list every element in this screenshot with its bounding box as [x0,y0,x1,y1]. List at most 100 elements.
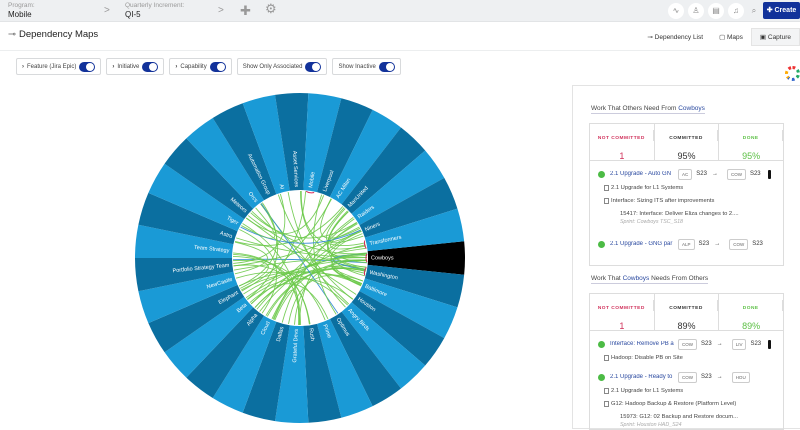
filter-toggles: › Feature (Jira Epic) › Initiative › Capabi… [16,58,401,75]
team-label[interactable]: Cowboys [371,255,394,261]
dependency-chord-diagram: CowboysWashingtonBaltimoreHoustonAngry B… [135,93,465,423]
stat-label: DONE [719,130,784,141]
linked-item-title: G12: Hadoop Backup & Restore (Platform L… [611,400,737,407]
view-nav: ⊸ Dependency List ▢ Maps ▣ Capture [639,28,800,46]
top-bar: Program: Mobile > Quarterly Increment: Q… [0,0,800,22]
clipboard-icon[interactable]: ▤ [708,3,724,19]
item-link[interactable]: 2.1 Upgrade - Auto GN [610,171,674,177]
linked-item-title: 2.1 Upgrade for L1 Systems [611,184,684,191]
provides-title: Work That Others Need From Cowboys [591,105,705,114]
switch[interactable] [79,61,96,72]
team-tag: COW [726,168,746,180]
story-sprint: Sprint: Cowboys TSC_S18 [620,219,684,225]
details-panel: Work That Others Need From Cowboys NOT C… [572,85,800,430]
search-icon[interactable]: ⌕ [746,3,762,19]
toggle-show-inactive[interactable]: Show Inactive [332,58,401,75]
title-text: Needs From Others [651,275,709,282]
qi-selector[interactable]: Quarterly Increment: QI-5 [125,2,184,19]
item-link[interactable]: 2.1 Upgrade - Ready to [610,374,674,380]
self-dependency-link [305,190,315,194]
status-dot [598,373,605,381]
document-icon [604,400,609,407]
sprint: S23 [752,241,763,247]
toggle-show-only-associated[interactable]: Show Only Associated [236,58,328,75]
item-link[interactable]: 2.1 Upgrade - GNG par [610,241,674,247]
sprint: S23 [696,171,707,177]
needs-stats: NOT COMMITTED 1 COMMITTED 89% DONE 89% [589,293,784,331]
sprint: S23 [749,171,761,177]
toggle-initiative[interactable]: › Initiative [106,58,165,75]
linked-item-title: 2.1 Upgrade for L1 Systems [611,387,684,394]
maps-link[interactable]: ▢ Maps [711,29,751,45]
dependency-item: 2.1 Upgrade - Auto GN AC S23 → COW S23 [590,167,783,181]
program-selector[interactable]: Program: Mobile [8,2,35,19]
stat-committed: COMMITTED 95% [655,124,720,161]
toggle-label: Show Only Associated [242,63,303,70]
story-item: 15417: Interface: Deliver Eliza changes … [590,211,783,231]
program-value: Mobile [8,10,32,19]
stat-value: 89% [742,321,761,331]
toggle-capability[interactable]: › Capability [169,58,232,75]
qi-value: QI-5 [125,10,141,19]
switch[interactable] [209,61,226,72]
team-tag: AC [678,168,693,180]
sprint: S23 [701,374,712,380]
arrow-right-icon: → [716,341,723,347]
sprint: S23 [701,341,712,347]
gears-icon[interactable]: ⚙ [265,1,277,17]
dependency-list-link[interactable]: ⊸ Dependency List [639,29,711,45]
team-tag: HOU [731,371,750,383]
stat-done: DONE 89% [719,294,784,331]
stat-label: DONE [719,300,784,311]
stat-value: 89% [677,321,696,331]
qi-label: Quarterly Increment: [125,2,185,9]
team-link[interactable]: Cowboys [678,105,705,112]
stat-value: 1 [619,151,625,161]
activity-icon[interactable]: ∿ [668,3,684,19]
switch[interactable] [378,61,395,72]
page-title-text: Dependency Maps [18,29,99,40]
create-button[interactable]: ✚ Create [763,2,800,19]
divider [0,50,800,51]
story-sprint: Sprint: Houston HAD_S24 [620,422,682,428]
linked-item: Hadoop: Disable PB on Site [590,351,783,364]
scrollbar[interactable] [768,169,771,179]
stat-label: NOT COMMITTED [590,130,654,141]
program-label: Program: [8,2,35,9]
linked-item: 2.1 Upgrade for L1 Systems [590,181,783,194]
document-icon [604,354,609,361]
color-wheel-icon[interactable] [785,66,800,81]
arrow-right-icon: → [716,374,723,380]
story-title[interactable]: 15417: Interface: Deliver Eliza changes … [620,211,739,217]
maps-label: Maps [727,34,743,41]
linked-item: 2.1 Upgrade for L1 Systems [590,384,783,397]
dependency-list-label: Dependency List [654,34,704,41]
team-tag: COW [729,238,749,250]
arrow-right-icon: → [714,241,721,247]
user-icon[interactable]: ♙ [688,3,704,19]
linked-item-title: Interface: Sizing ITS after improvements [611,197,715,204]
bell-icon[interactable]: ♫ [728,3,744,19]
title-text: Work That Others Need From [591,105,677,112]
needs-title: Work That Cowboys Needs From Others [591,275,709,284]
chevron-right-icon[interactable]: > [218,5,224,16]
chevron-right-icon: › [112,63,115,70]
capture-button[interactable]: ▣ Capture [750,28,800,46]
switch[interactable] [305,61,322,72]
add-icon[interactable]: ✚ [240,3,251,19]
dependency-item: Interface: Remove PB a COW S23 → LIV S23 [590,337,783,351]
toggle-label: Initiative [117,63,140,70]
team-link[interactable]: Cowboys [623,275,650,282]
stat-value: 1 [619,321,625,331]
item-link[interactable]: Interface: Remove PB a [610,341,674,347]
story-title[interactable]: 15973: G12: 02 Backup and Restore docum.… [620,414,738,420]
dependency-item: 2.1 Upgrade - Ready to COW S23 → HOU [590,370,783,384]
chevron-right-icon[interactable]: > [104,5,110,16]
toggle-feature[interactable]: › Feature (Jira Epic) [16,58,102,75]
stat-value: 95% [742,151,761,161]
scrollbar[interactable] [768,339,771,349]
needs-items: Interface: Remove PB a COW S23 → LIV S23 Hadoo… [589,331,784,430]
switch[interactable] [142,61,159,72]
team-tag: LIV [731,338,747,350]
document-icon [604,184,609,191]
